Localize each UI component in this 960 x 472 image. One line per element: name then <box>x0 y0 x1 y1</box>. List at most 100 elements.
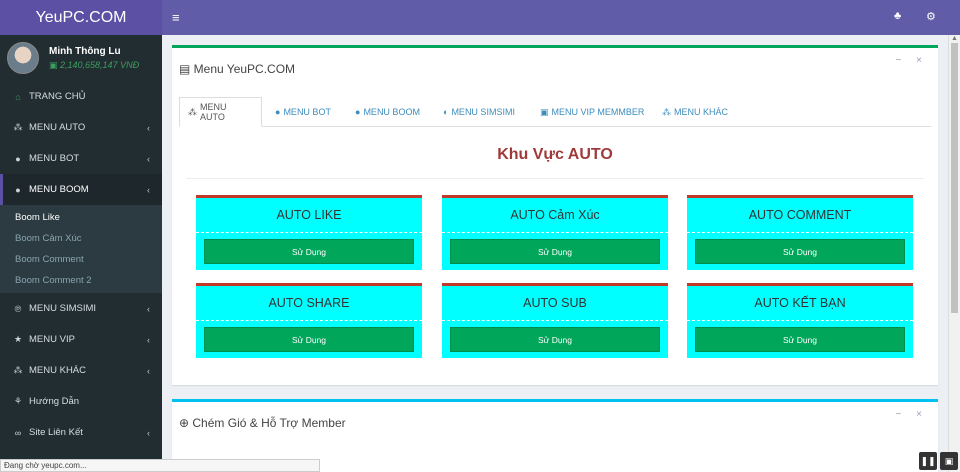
card-auto-like: AUTO LIKE Sử Dụng <box>196 195 422 270</box>
sidebar-item-menu-boom[interactable]: ● MENU BOOM ‹ <box>0 174 162 205</box>
home-icon: ⌂ <box>15 91 21 102</box>
card-auto-share: AUTO SHARE Sử Dụng <box>196 283 422 358</box>
sitemap-icon: ⁂ <box>662 106 671 117</box>
divider <box>687 320 913 321</box>
chat-icon: ℗ <box>14 303 22 314</box>
boom-submenu: Boom Like Boom Cảm Xúc Boom Comment Boom… <box>0 205 162 293</box>
sub-item-boom-like[interactable]: Boom Like <box>0 207 162 228</box>
card-auto-cam-xuc: AUTO Cảm Xúc Sử Dụng <box>442 195 668 270</box>
box-tools[interactable]: − × <box>896 55 928 66</box>
sidebar-item-label: MENU AUTO <box>29 122 86 133</box>
tab-menu-khac[interactable]: ⁂ MENU KHÁC <box>654 97 736 127</box>
card-icon: ▣ <box>540 106 549 117</box>
sidebar-item-label: Hướng Dẫn <box>29 396 80 407</box>
user-panel: Minh Thông Lu ▣ 2,140,658,147 VNĐ <box>0 35 162 81</box>
guide-icon: ⚘ <box>13 396 23 406</box>
chevron-left-icon: ‹ <box>147 153 150 164</box>
media-controls: ❚❚ ▣ <box>919 452 958 470</box>
bomb-icon: ● <box>15 184 21 195</box>
scroll-thumb[interactable] <box>951 43 958 313</box>
section-title: Khu Vực AUTO <box>497 146 613 163</box>
sidebar-item-label: Site Liên Kết <box>29 427 83 438</box>
chevron-down-icon: ‹ <box>147 184 150 195</box>
menu-toggle-icon[interactable]: ≡ <box>172 10 180 25</box>
box-tools[interactable]: − × <box>896 409 928 420</box>
avatar <box>7 42 39 74</box>
card-title: AUTO KẾT BẠN <box>754 296 846 310</box>
sidebar-item-site-lien-ket[interactable]: ∞ Site Liên Kết ‹ <box>0 417 162 448</box>
chevron-left-icon: ‹ <box>147 365 150 376</box>
tab-menu-boom[interactable]: ● MENU BOOM <box>347 97 428 127</box>
card-auto-comment: AUTO COMMENT Sử Dụng <box>687 195 913 270</box>
sitemap-icon: ⁂ <box>13 122 23 132</box>
scroll-up-icon[interactable]: ▲ <box>951 35 958 42</box>
sub-item-boom-cam-xuc[interactable]: Boom Cảm Xúc <box>0 228 162 249</box>
divider <box>442 320 668 321</box>
sidebar-item-menu-simsimi[interactable]: ℗ MENU SIMSIMI ‹ <box>0 293 162 324</box>
chevron-left-icon: ‹ <box>147 334 150 345</box>
menu-tabs: ⁂ MENU AUTO ● MENU BOT ● MENU BOOM ◐ MENU SI… <box>179 97 931 127</box>
brand-logo[interactable]: YeuPC.COM <box>0 0 162 35</box>
chat-icon: ◐ <box>443 107 449 117</box>
bomb-icon: ● <box>355 107 361 117</box>
chevron-left-icon: ‹ <box>147 427 150 438</box>
sidebar-item-huong-dan[interactable]: ⚘ Hướng Dẫn <box>0 386 162 417</box>
main-menu-box: ▤ Menu YeuPC.COM − × ⁂ MENU AUTO ● MENU BO… <box>172 45 938 385</box>
tab-menu-auto[interactable]: ⁂ MENU AUTO <box>179 97 262 127</box>
users-icon[interactable]: ♣ <box>894 10 901 22</box>
tab-menu-simsimi[interactable]: ◐ MENU SIMSIMI <box>435 97 523 127</box>
user-balance: ▣ 2,140,658,147 VNĐ <box>49 59 140 70</box>
page-scrollbar[interactable]: ▲ <box>948 35 960 472</box>
card-auto-ket-ban: AUTO KẾT BẠN Sử Dụng <box>687 283 913 358</box>
link-icon: ∞ <box>14 427 22 438</box>
use-button[interactable]: Sử Dụng <box>204 327 414 352</box>
pause-icon[interactable]: ❚❚ <box>919 452 937 470</box>
card-auto-sub: AUTO SUB Sử Dụng <box>442 283 668 358</box>
star-icon: ★ <box>13 334 23 344</box>
sidebar-item-label: MENU BOOM <box>29 184 89 195</box>
divider <box>442 232 668 233</box>
card-title: AUTO COMMENT <box>748 208 852 222</box>
sidebar-item-label: TRANG CHỦ <box>29 91 86 102</box>
chevron-left-icon: ‹ <box>147 303 150 314</box>
sidebar-item-home[interactable]: ⌂ TRANG CHỦ <box>0 81 162 112</box>
sidebar-item-label: MENU BOT <box>29 153 80 164</box>
browser-status-bar: Đang chờ yeupc.com... <box>0 459 320 472</box>
use-button[interactable]: Sử Dụng <box>450 239 660 264</box>
card-title: AUTO LIKE <box>276 208 342 222</box>
use-button[interactable]: Sử Dụng <box>204 239 414 264</box>
card-title: AUTO SUB <box>523 296 587 310</box>
sidebar-item-menu-khac[interactable]: ⁂ MENU KHÁC ‹ <box>0 355 162 386</box>
sidebar: YeuPC.COM Minh Thông Lu ▣ 2,140,658,147 … <box>0 0 162 472</box>
divider <box>687 232 913 233</box>
gears-icon[interactable]: ⚙ <box>926 10 936 23</box>
box-title: ▤ Menu YeuPC.COM <box>179 62 296 76</box>
bot-icon: ● <box>275 107 281 117</box>
tab-menu-bot[interactable]: ● MENU BOT <box>267 97 339 127</box>
sidebar-item-menu-auto[interactable]: ⁂ MENU AUTO ‹ <box>0 112 162 143</box>
chevron-left-icon: ‹ <box>147 122 150 133</box>
sidebar-item-label: MENU VIP <box>29 334 75 345</box>
sitemap-icon: ⁂ <box>188 106 197 117</box>
bot-icon: ● <box>15 153 21 164</box>
sidebar-item-menu-bot[interactable]: ● MENU BOT ‹ <box>0 143 162 174</box>
picture-icon[interactable]: ▣ <box>940 452 958 470</box>
card-title: AUTO SHARE <box>268 296 350 310</box>
tab-menu-vip-memmber[interactable]: ▣ MENU VIP MEMMBER <box>532 97 652 127</box>
use-button[interactable]: Sử Dụng <box>695 327 905 352</box>
divider <box>196 320 422 321</box>
sub-item-boom-comment[interactable]: Boom Comment <box>0 249 162 270</box>
sidebar-item-label: MENU KHÁC <box>29 365 87 376</box>
top-navbar: ≡ ♣ ⚙ <box>162 0 960 35</box>
sitemap-icon: ⁂ <box>13 365 23 375</box>
sidebar-item-menu-vip[interactable]: ★ MENU VIP ‹ <box>0 324 162 355</box>
user-name: Minh Thông Lu <box>49 45 121 57</box>
card-title: AUTO Cảm Xúc <box>510 208 600 222</box>
sub-item-boom-comment-2[interactable]: Boom Comment 2 <box>0 270 162 291</box>
divider <box>186 178 924 179</box>
sidebar-item-label: MENU SIMSIMI <box>29 303 97 314</box>
divider <box>196 232 422 233</box>
box-title: ⊕ Chém Gió & Hỗ Trợ Member <box>179 416 346 430</box>
use-button[interactable]: Sử Dụng <box>695 239 905 264</box>
use-button[interactable]: Sử Dụng <box>450 327 660 352</box>
